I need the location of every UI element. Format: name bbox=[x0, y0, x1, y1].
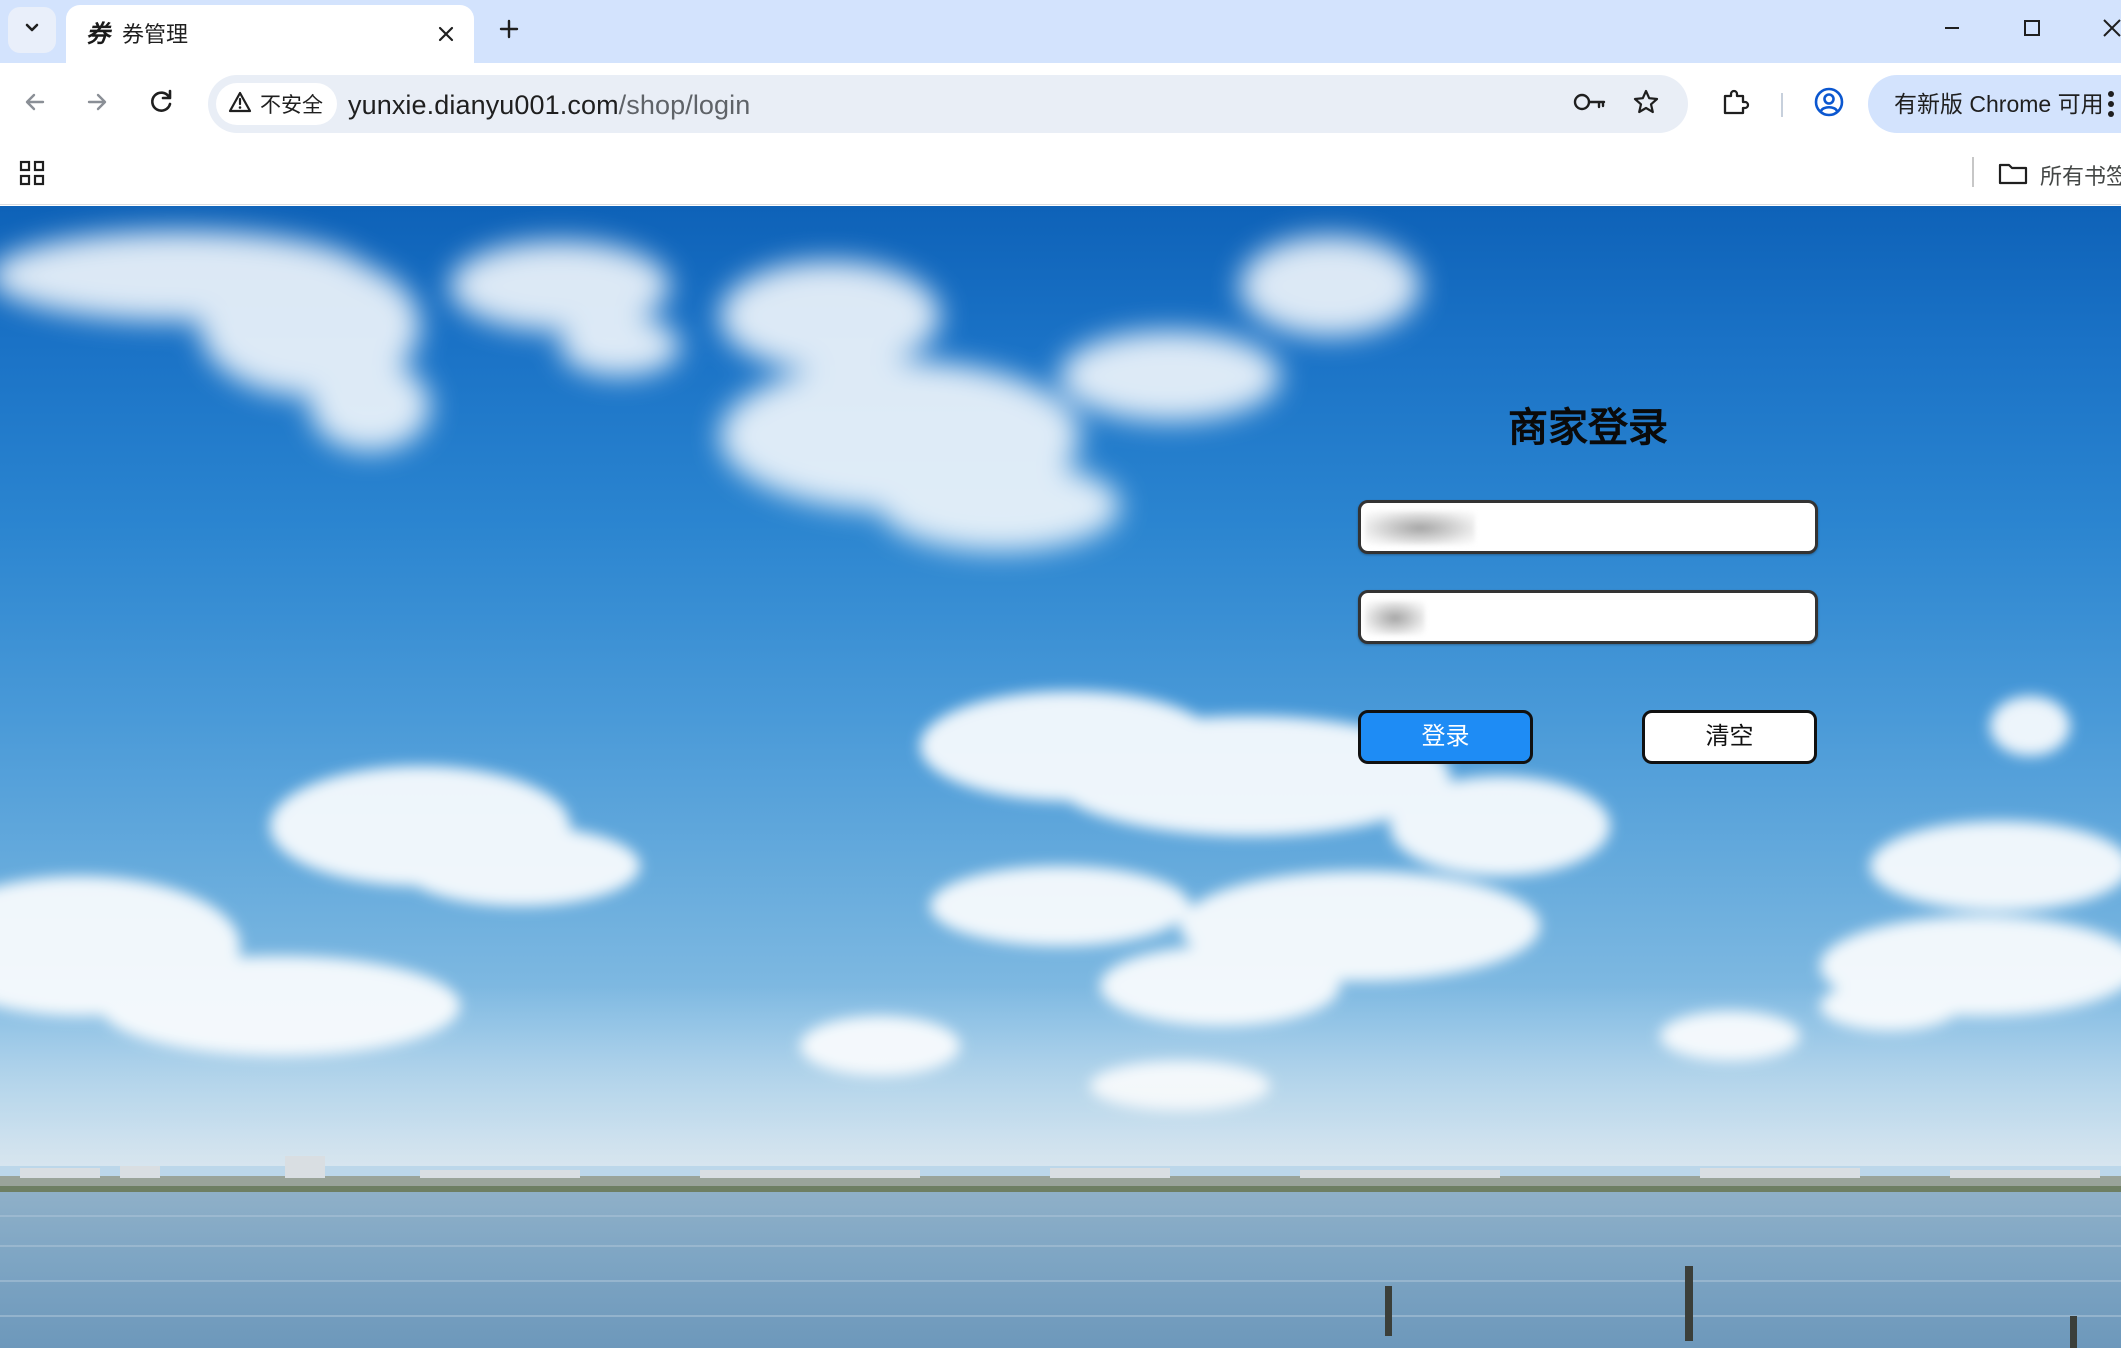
reload-icon bbox=[147, 88, 175, 121]
all-bookmarks-label: 所有书签 bbox=[2040, 164, 2121, 189]
tab-active[interactable]: 券 券管理 bbox=[66, 5, 474, 63]
apps-button[interactable] bbox=[14, 157, 50, 193]
more-vert-icon[interactable] bbox=[2106, 89, 2116, 124]
username-input[interactable] bbox=[1358, 500, 1818, 554]
bookmarks-bar: 所有书签 bbox=[0, 145, 2121, 205]
profile-button[interactable] bbox=[1806, 81, 1852, 127]
url-host: yunxie.dianyu001.com bbox=[348, 90, 619, 120]
password-manager-button[interactable] bbox=[1572, 86, 1608, 122]
reload-button[interactable] bbox=[138, 81, 184, 127]
arrow-right-icon bbox=[84, 89, 110, 120]
login-button[interactable]: 登录 bbox=[1358, 710, 1533, 764]
star-icon bbox=[1632, 88, 1660, 121]
toolbar-divider bbox=[1781, 93, 1783, 117]
security-chip[interactable]: 不安全 bbox=[216, 83, 337, 125]
maximize-button[interactable] bbox=[2002, 8, 2062, 52]
minimize-icon bbox=[1942, 18, 1962, 43]
url-text[interactable]: yunxie.dianyu001.com/shop/login bbox=[348, 90, 750, 120]
page-content: 商家登录 登录 清空 bbox=[0, 206, 2121, 1348]
puzzle-icon bbox=[1720, 87, 1750, 122]
redacted-password bbox=[1365, 601, 1425, 635]
security-label: 不安全 bbox=[260, 94, 323, 117]
warning-icon bbox=[228, 91, 252, 118]
maximize-icon bbox=[2022, 18, 2042, 43]
tab-list-button[interactable] bbox=[8, 7, 56, 53]
update-chrome-label: 有新版 Chrome 可用 bbox=[1894, 91, 2104, 117]
all-bookmarks-folder[interactable]: 所有书签 bbox=[1998, 157, 2121, 193]
close-window-button[interactable] bbox=[2082, 8, 2121, 52]
apps-grid-icon bbox=[18, 159, 46, 192]
login-title: 商家登录 bbox=[1508, 406, 1668, 450]
sky-lake-background bbox=[0, 231, 2121, 1348]
arrow-left-icon bbox=[22, 89, 48, 120]
close-icon bbox=[2101, 17, 2121, 44]
folder-icon bbox=[1998, 161, 2028, 190]
back-button[interactable] bbox=[12, 81, 58, 127]
clear-button[interactable]: 清空 bbox=[1642, 710, 1817, 764]
browser-window: 券 券管理 不安全 yunxie.dianyu001.com/shop/logi… bbox=[0, 0, 2121, 1348]
key-icon bbox=[1573, 91, 1607, 118]
toolbar: 不安全 yunxie.dianyu001.com/shop/login 有新版 … bbox=[0, 63, 2121, 145]
plus-icon bbox=[498, 18, 520, 45]
address-bar[interactable]: 不安全 yunxie.dianyu001.com/shop/login bbox=[208, 75, 1688, 133]
profile-icon bbox=[1813, 86, 1845, 123]
update-chrome-chip[interactable]: 有新版 Chrome 可用 bbox=[1868, 75, 2121, 133]
bookmarks-divider bbox=[1972, 157, 1974, 187]
close-icon[interactable] bbox=[430, 18, 462, 50]
minimize-button[interactable] bbox=[1922, 8, 1982, 52]
extensions-button[interactable] bbox=[1712, 81, 1758, 127]
tab-title: 券管理 bbox=[122, 22, 189, 47]
password-input[interactable] bbox=[1358, 590, 1818, 644]
new-tab-button[interactable] bbox=[488, 10, 530, 52]
url-path: /shop/login bbox=[618, 90, 751, 120]
bookmark-star-button[interactable] bbox=[1628, 86, 1664, 122]
chevron-down-icon bbox=[22, 18, 42, 43]
redacted-username bbox=[1365, 511, 1475, 545]
tab-favicon: 券 bbox=[86, 19, 110, 48]
tab-strip: 券 券管理 bbox=[0, 0, 2121, 63]
forward-button[interactable] bbox=[74, 81, 120, 127]
